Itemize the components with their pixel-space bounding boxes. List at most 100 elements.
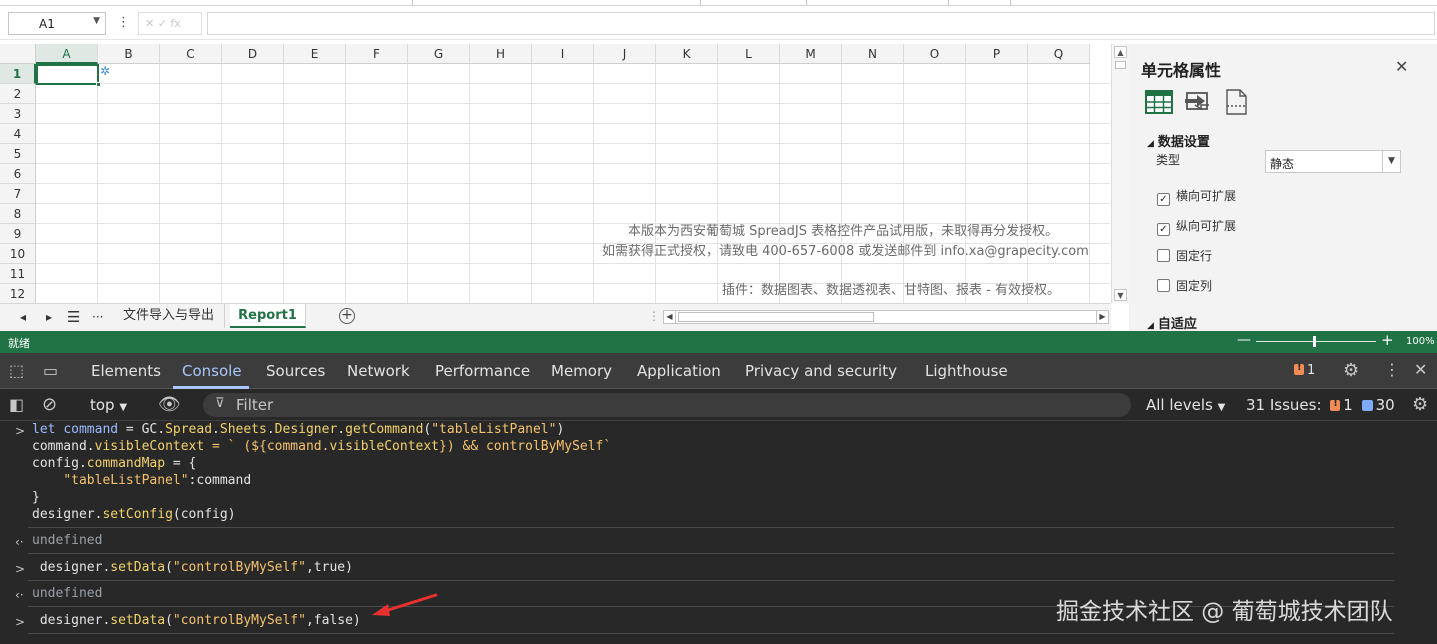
sheet-tab-report1[interactable]: Report1 <box>230 304 306 328</box>
more-options-icon[interactable]: ⋮ <box>117 15 130 30</box>
column-header-f[interactable]: F <box>346 44 408 64</box>
column-header-n[interactable]: N <box>842 44 904 64</box>
gear-icon[interactable]: ✲ <box>100 64 110 78</box>
issues-counter[interactable]: 31 Issues: 1 30 <box>1246 396 1395 414</box>
tab-console[interactable]: Console <box>182 362 242 380</box>
row-header-12[interactable]: 12 <box>0 284 36 303</box>
tab-elements[interactable]: Elements <box>91 362 161 380</box>
column-header-d[interactable]: D <box>222 44 284 64</box>
column-header-c[interactable]: C <box>160 44 222 64</box>
console-code-line: designer.setConfig(config) <box>32 507 236 522</box>
select-all-corner[interactable] <box>0 44 36 64</box>
zoom-in-icon[interactable]: + <box>1381 331 1394 349</box>
page-dashed-icon[interactable] <box>1222 88 1250 116</box>
scroll-up-icon[interactable]: ▲ <box>1114 46 1127 58</box>
name-box-value: A1 <box>39 17 55 31</box>
add-sheet-icon[interactable]: + <box>339 308 355 324</box>
column-header-l[interactable]: L <box>718 44 780 64</box>
vertical-scrollbar[interactable]: ▲ ▼ <box>1111 44 1129 303</box>
clear-console-icon[interactable]: ⊘ <box>42 394 57 415</box>
tab-application[interactable]: Application <box>637 362 721 380</box>
column-header-g[interactable]: G <box>408 44 470 64</box>
checkbox-fixed-column[interactable]: 固定列 <box>1157 277 1212 294</box>
row-header-1[interactable]: 1 <box>0 64 36 84</box>
tab-privacy-security[interactable]: Privacy and security <box>745 362 897 380</box>
checkbox-icon[interactable] <box>1157 279 1170 292</box>
device-toolbar-icon[interactable]: ▭ <box>43 361 58 380</box>
type-select[interactable]: 静态 ▼ <box>1265 150 1401 173</box>
chevron-left-icon[interactable]: ◂ <box>20 310 26 324</box>
row-header-8[interactable]: 8 <box>0 204 36 224</box>
row-header-7[interactable]: 7 <box>0 184 36 204</box>
log-levels-select[interactable]: All levels ▼ <box>1146 396 1225 414</box>
row-header-4[interactable]: 4 <box>0 124 36 144</box>
tab-lighthouse[interactable]: Lighthouse <box>925 362 1008 380</box>
zoom-slider[interactable] <box>1256 341 1376 342</box>
checkbox-vertical-expand[interactable]: ✓ 纵向可扩展 <box>1157 217 1236 236</box>
issues-badge[interactable]: 1 <box>1294 362 1315 378</box>
filter-input[interactable]: ⊽ Filter <box>203 393 1131 417</box>
console-settings-icon[interactable]: ⚙ <box>1412 394 1428 415</box>
column-header-o[interactable]: O <box>904 44 966 64</box>
checkbox-fixed-row[interactable]: 固定行 <box>1157 247 1212 264</box>
column-header-i[interactable]: I <box>532 44 594 64</box>
scroll-left-icon[interactable]: ◀ <box>664 311 676 323</box>
zoom-out-icon[interactable]: — <box>1237 332 1251 348</box>
column-header-e[interactable]: E <box>284 44 346 64</box>
formula-input[interactable] <box>207 12 1435 35</box>
row-header-9[interactable]: 9 <box>0 224 36 244</box>
section-data-settings[interactable]: ◢ 数据设置 <box>1147 131 1210 150</box>
tab-performance[interactable]: Performance <box>435 362 530 380</box>
checkbox-icon[interactable]: ✓ <box>1157 193 1170 206</box>
sidebar-toggle-icon[interactable]: ◧ <box>9 395 24 414</box>
zoom-slider-thumb[interactable] <box>1313 336 1316 347</box>
tab-splitter-icon[interactable]: ⋮ <box>648 309 660 323</box>
column-header-q[interactable]: Q <box>1028 44 1090 64</box>
context-select[interactable]: top ▼ <box>90 396 127 414</box>
scroll-thumb[interactable] <box>1115 61 1126 69</box>
column-header-j[interactable]: J <box>594 44 656 64</box>
row-header-6[interactable]: 6 <box>0 164 36 184</box>
swap-direction-icon[interactable] <box>1183 88 1211 116</box>
row-header-11[interactable]: 11 <box>0 264 36 284</box>
more-sheets-icon[interactable]: ··· <box>92 310 103 324</box>
row-header-2[interactable]: 2 <box>0 84 36 104</box>
tab-memory[interactable]: Memory <box>551 362 612 380</box>
eye-icon[interactable]: 👁︎ <box>158 394 181 415</box>
tab-network[interactable]: Network <box>347 362 410 380</box>
fill-handle[interactable] <box>96 82 101 87</box>
row-header-5[interactable]: 5 <box>0 144 36 164</box>
column-header-p[interactable]: P <box>966 44 1028 64</box>
name-box[interactable]: A1 ▼ <box>8 12 106 35</box>
close-icon[interactable]: ✕ <box>1414 360 1427 379</box>
column-header-b[interactable]: B <box>98 44 160 64</box>
close-icon[interactable]: ✕ <box>1395 57 1408 76</box>
chevron-down-icon[interactable]: ▼ <box>93 16 100 26</box>
scroll-right-icon[interactable]: ▶ <box>1096 311 1108 323</box>
info-icon <box>1361 400 1373 411</box>
settings-gear-icon[interactable]: ⚙ <box>1343 360 1359 381</box>
tab-sources[interactable]: Sources <box>266 362 325 380</box>
column-header-h[interactable]: H <box>470 44 532 64</box>
more-vert-icon[interactable]: ⋮ <box>1384 360 1400 379</box>
chevron-down-icon[interactable]: ▼ <box>1382 151 1400 172</box>
checkbox-icon[interactable] <box>1157 249 1170 262</box>
row-header-10[interactable]: 10 <box>0 244 36 264</box>
spreadsheet-grid[interactable]: ABCDEFGHIJKLMNOPQ 1 2 3 4 5 6 7 8 9 10 11 12 ✲ 本版本为… <box>0 44 1110 303</box>
column-header-k[interactable]: K <box>656 44 718 64</box>
scroll-down-icon[interactable]: ▼ <box>1114 289 1127 301</box>
table-icon[interactable] <box>1145 88 1173 116</box>
section-adaptive[interactable]: ◢ 自适应 <box>1147 313 1197 331</box>
column-header-m[interactable]: M <box>780 44 842 64</box>
column-header-a[interactable]: A <box>36 44 98 64</box>
scroll-thumb[interactable] <box>678 312 874 322</box>
chevron-right-icon[interactable]: ▸ <box>46 310 52 324</box>
checkbox-horizontal-expand[interactable]: ✓ 横向可扩展 <box>1157 187 1236 206</box>
horizontal-scrollbar[interactable]: ◀ ▶ <box>663 310 1109 324</box>
row-header-3[interactable]: 3 <box>0 104 36 124</box>
sheet-tab-import-export[interactable]: 文件导入与导出 <box>113 304 226 328</box>
sheet-list-icon[interactable]: ☰ <box>67 308 80 326</box>
active-cell[interactable] <box>36 64 99 85</box>
inspect-element-icon[interactable]: ⬚ <box>9 361 24 380</box>
checkbox-icon[interactable]: ✓ <box>1157 223 1170 236</box>
